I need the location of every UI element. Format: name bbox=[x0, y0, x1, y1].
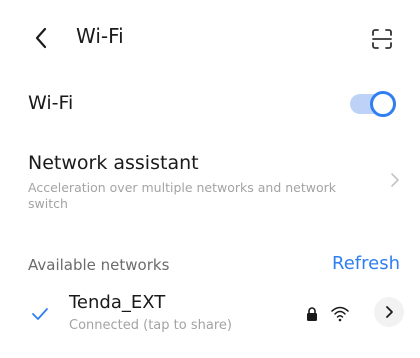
network-assistant-row[interactable]: Network assistant Acceleration over mult… bbox=[0, 148, 420, 214]
page-title: Wi-Fi bbox=[76, 24, 124, 48]
scan-button[interactable] bbox=[368, 25, 396, 53]
network-details-button[interactable] bbox=[374, 297, 404, 327]
header: Wi-Fi bbox=[0, 18, 420, 58]
network-item[interactable]: Tenda_EXT Connected (tap to share) bbox=[0, 290, 420, 346]
lock-icon bbox=[307, 307, 317, 321]
check-icon bbox=[32, 308, 48, 320]
scan-icon bbox=[372, 29, 392, 49]
network-assistant-title: Network assistant bbox=[28, 152, 199, 174]
available-networks-label: Available networks bbox=[28, 256, 170, 274]
wifi-settings-screen: Wi-Fi Wi-Fi Network assistant Accelerati… bbox=[0, 0, 420, 358]
toggle-knob bbox=[370, 91, 396, 117]
network-assistant-description: Acceleration over multiple networks and … bbox=[28, 180, 337, 211]
back-arrow-icon bbox=[35, 27, 47, 49]
wifi-signal-icon bbox=[331, 306, 349, 322]
available-networks-header: Available networks Refresh bbox=[0, 252, 420, 280]
wifi-toggle-switch[interactable] bbox=[350, 91, 396, 117]
refresh-button[interactable]: Refresh bbox=[332, 253, 400, 274]
chevron-right-icon bbox=[386, 306, 393, 318]
wifi-toggle-label: Wi-Fi bbox=[28, 92, 74, 114]
chevron-right-icon bbox=[391, 173, 399, 187]
network-name: Tenda_EXT bbox=[69, 292, 166, 313]
wifi-toggle-row: Wi-Fi bbox=[0, 84, 420, 124]
network-status: Connected (tap to share) bbox=[69, 318, 232, 333]
back-button[interactable] bbox=[30, 22, 54, 54]
